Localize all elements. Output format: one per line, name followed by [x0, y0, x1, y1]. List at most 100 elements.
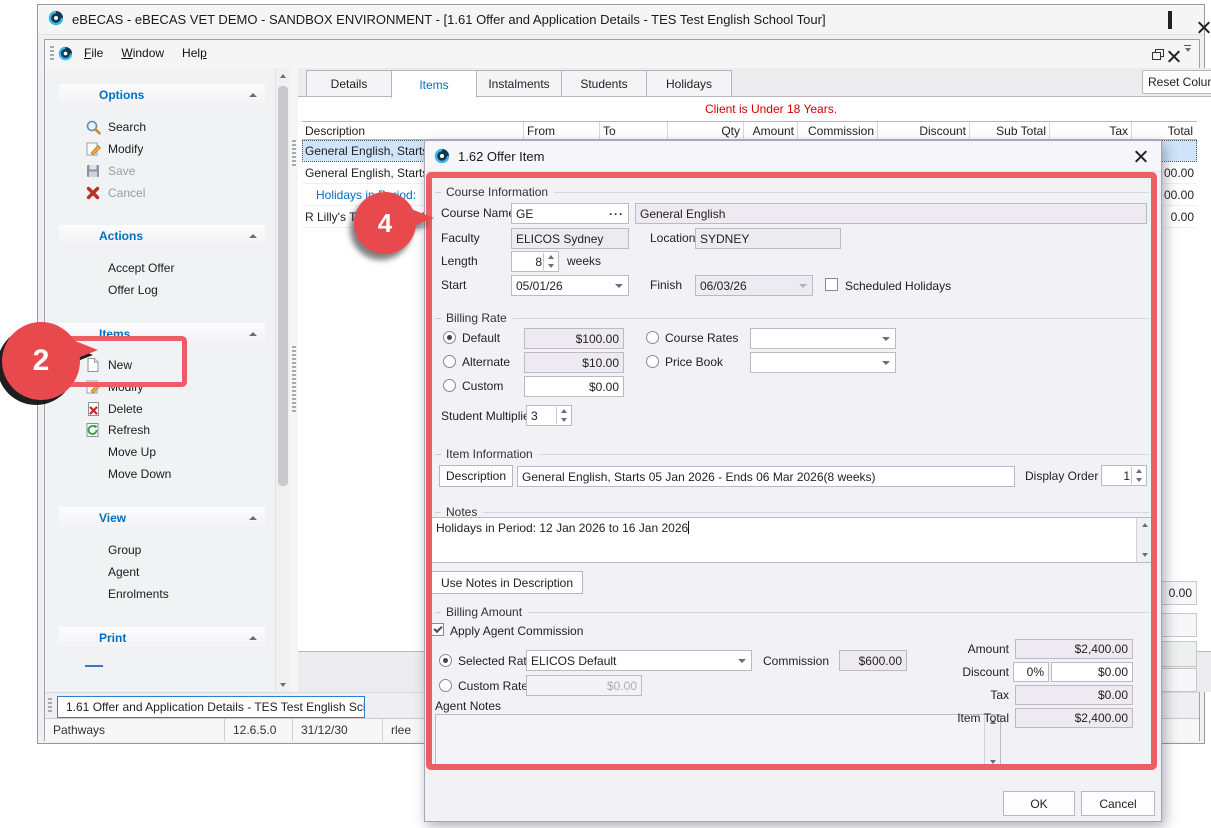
toolbar-grip[interactable] — [50, 46, 54, 61]
course-code-field[interactable]: GE ··· — [511, 203, 629, 224]
course-rates-radio[interactable] — [646, 331, 659, 344]
maximize-icon[interactable] — [1168, 13, 1172, 27]
dropdown-arrow-icon[interactable] — [611, 277, 627, 294]
default-rate-radio[interactable] — [443, 331, 456, 344]
tab-items[interactable]: Items — [391, 70, 477, 98]
stepper-arrows-icon[interactable] — [1131, 467, 1145, 484]
student-multiplier-stepper[interactable]: 3 — [526, 405, 572, 426]
discount-percent-field[interactable]: 0% — [1013, 662, 1049, 682]
display-order-stepper[interactable]: 1 — [1101, 465, 1147, 486]
sidebar-item-refresh[interactable]: Refresh — [85, 420, 150, 440]
dropdown-arrow-icon[interactable] — [734, 652, 750, 669]
sidebar-section-actions[interactable]: Actions — [59, 225, 265, 246]
length-stepper[interactable]: 8 — [511, 251, 559, 272]
sidebar-item-move-up[interactable]: Move Up — [108, 442, 156, 462]
column-header-tax[interactable]: Tax — [1050, 122, 1132, 139]
scroll-down-icon[interactable] — [276, 677, 290, 692]
bar-grip[interactable] — [48, 698, 52, 713]
tab-holidays[interactable]: Holidays — [646, 70, 732, 96]
scroll-up-icon[interactable] — [276, 68, 290, 83]
column-header-subtotal[interactable]: Sub Total — [970, 122, 1050, 139]
discount-field[interactable]: $0.00 — [1051, 662, 1133, 682]
notes-textarea[interactable]: Holidays in Period: 12 Jan 2026 to 16 Ja… — [431, 517, 1153, 563]
status-date: 31/12/30 — [293, 719, 383, 741]
sidebar-item-accept-offer[interactable]: Accept Offer — [108, 258, 174, 278]
ok-button[interactable]: OK — [1003, 791, 1075, 816]
course-rates-label: Course Rates — [665, 331, 738, 345]
collapse-arrow-icon[interactable] — [249, 93, 257, 97]
item-description-field[interactable]: General English, Starts 05 Jan 2026 - En… — [517, 466, 1015, 487]
column-header-qty[interactable]: Qty — [668, 122, 744, 139]
stepper-arrows-icon[interactable] — [543, 253, 557, 270]
column-header-description[interactable]: Description — [302, 122, 524, 139]
tab-instalments[interactable]: Instalments — [476, 70, 562, 96]
menu-window[interactable]: Window — [114, 43, 171, 63]
section-course-information: Course Information — [435, 185, 1149, 199]
scheduled-holidays-checkbox[interactable] — [825, 278, 838, 291]
selected-rate-radio[interactable] — [439, 654, 452, 667]
browse-ellipsis-button[interactable]: ··· — [609, 207, 624, 221]
tax-field: $0.00 — [1015, 685, 1133, 705]
sidebar-item-move-down[interactable]: Move Down — [108, 464, 171, 484]
column-header-discount[interactable]: Discount — [878, 122, 970, 139]
cancel-button[interactable]: Cancel — [1081, 791, 1155, 816]
alternate-rate-label: Alternate — [462, 355, 510, 369]
dropdown-arrow-icon[interactable] — [878, 354, 894, 371]
splitter-grip[interactable] — [292, 140, 296, 168]
price-book-combo[interactable] — [750, 352, 896, 373]
tab-details[interactable]: Details — [306, 70, 392, 96]
collapse-arrow-icon[interactable] — [249, 516, 257, 520]
sidebar-item-enrolments[interactable]: Enrolments — [108, 584, 169, 604]
column-header-amount[interactable]: Amount — [744, 122, 798, 139]
agent-notes-textarea[interactable] — [435, 714, 1001, 770]
scroll-down-icon[interactable] — [1137, 548, 1152, 562]
sidebar-item-search[interactable]: Search — [85, 117, 146, 137]
sidebar-item-modify-item[interactable]: Modify — [85, 377, 143, 397]
agent-notes-label: Agent Notes — [435, 699, 501, 713]
collapse-arrow-icon[interactable] — [249, 636, 257, 640]
sidebar-item-group[interactable]: Group — [108, 540, 141, 560]
sidebar-item-delete[interactable]: Delete — [85, 399, 143, 419]
custom-rate-radio[interactable] — [439, 679, 452, 692]
column-header-total[interactable]: Total — [1132, 122, 1196, 139]
course-rates-combo[interactable] — [750, 328, 896, 349]
tab-students[interactable]: Students — [561, 70, 647, 96]
sidebar-item-offer-log[interactable]: Offer Log — [108, 280, 158, 300]
price-book-radio[interactable] — [646, 355, 659, 368]
toolbar-options-chevron-icon[interactable] — [1184, 45, 1191, 52]
selected-rate-combo[interactable]: ELICOS Default — [526, 650, 752, 671]
alternate-rate-radio[interactable] — [443, 355, 456, 368]
sidebar-section-print[interactable]: Print — [59, 627, 265, 648]
collapse-arrow-icon[interactable] — [249, 332, 257, 336]
notes-scrollbar[interactable] — [1136, 518, 1152, 562]
app-logo-icon-small — [58, 46, 73, 61]
apply-agent-commission-checkbox[interactable] — [431, 623, 444, 636]
column-header-to[interactable]: To — [600, 122, 668, 139]
menu-bar: File Window Help — [45, 40, 1199, 66]
stepper-arrows-icon[interactable] — [556, 407, 570, 424]
scrollbar-thumb[interactable] — [278, 86, 288, 486]
sidebar-item-modify[interactable]: Modify — [85, 139, 143, 159]
dropdown-arrow-icon[interactable] — [878, 330, 894, 347]
splitter-grip[interactable] — [292, 346, 296, 412]
sidebar-section-view[interactable]: View — [59, 507, 265, 528]
custom-rate-radio-billing[interactable] — [443, 379, 456, 392]
faculty-field: ELICOS Sydney — [511, 228, 629, 249]
scroll-down-icon[interactable] — [985, 755, 1000, 769]
sidebar-item-agent[interactable]: Agent — [108, 562, 139, 582]
sidebar-scrollbar[interactable] — [275, 68, 290, 692]
start-date-combo[interactable]: 05/01/26 — [511, 275, 629, 296]
reset-columns-button[interactable]: Reset Columns — [1142, 70, 1211, 94]
menu-file[interactable]: File — [77, 43, 110, 63]
menu-help[interactable]: Help — [175, 43, 214, 63]
use-notes-in-description-button[interactable]: Use Notes in Description — [431, 571, 583, 594]
column-header-from[interactable]: From — [524, 122, 600, 139]
custom-rate-field-billing[interactable]: $0.00 — [524, 376, 624, 397]
collapse-arrow-icon[interactable] — [249, 234, 257, 238]
description-button[interactable]: Description — [439, 465, 513, 487]
column-header-commission[interactable]: Commission — [798, 122, 878, 139]
open-window-button[interactable]: 1.61 Offer and Application Details - TES… — [57, 696, 365, 718]
sidebar-section-options[interactable]: Options — [59, 84, 265, 105]
scroll-up-icon[interactable] — [1137, 518, 1152, 532]
dialog-close-icon[interactable] — [1135, 149, 1151, 165]
